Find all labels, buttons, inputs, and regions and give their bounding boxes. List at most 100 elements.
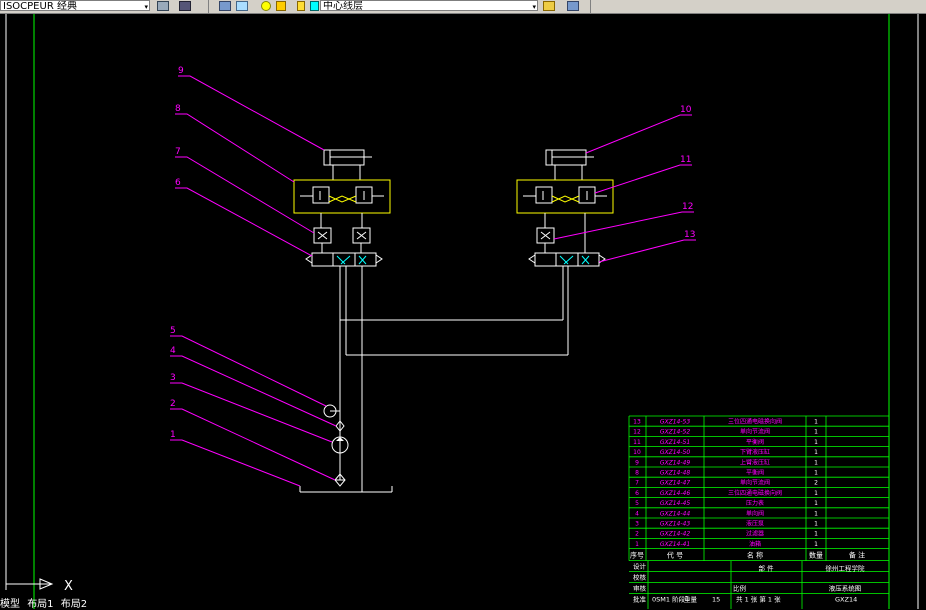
bom-cell-qty: 1	[814, 449, 818, 456]
make-current-icon[interactable]	[543, 1, 555, 11]
bom-cell-name: 上臂液压缸	[740, 458, 770, 466]
balance-valve-left	[293, 179, 391, 228]
bom-header-cell: 代 号	[667, 551, 683, 560]
bom-cell-name: 三位四通电磁换向阀	[728, 489, 782, 497]
pipelines	[299, 266, 569, 493]
title-audit: 审核	[633, 584, 647, 593]
bom-cell-qty: 2	[814, 480, 818, 487]
bom-cell-qty: 1	[814, 490, 818, 497]
toolbar-separator	[590, 0, 591, 13]
bom-cell-no: 2	[635, 531, 639, 538]
bom-cell-name: 油箱	[749, 540, 761, 548]
part-label-13: 13	[684, 230, 695, 240]
part-numbers: 9 8 7 6 5 4 3 2 1 10 11 12 13	[170, 66, 695, 440]
bom-cell-qty: 1	[814, 510, 818, 517]
toolbar: ISOCPEUR 经典 ▾ 中心线层 ▾	[0, 0, 926, 14]
bom-header-cell: 备 注	[849, 551, 865, 560]
tab-layout1[interactable]: 布局1	[27, 599, 53, 610]
text-style-value: ISOCPEUR 经典	[3, 1, 77, 11]
part-label-6: 6	[175, 178, 181, 188]
bom-cell-qty: 1	[814, 439, 818, 446]
bom-cell-qty: 1	[814, 541, 818, 548]
title-stage: 0SM1 阶段	[652, 595, 686, 604]
current-layer-value: 中心线层	[323, 1, 363, 11]
bom-header-cell: 名 称	[747, 551, 763, 560]
light-bulb-icon[interactable]	[261, 1, 271, 11]
bom-header-cell: 数量	[809, 551, 823, 560]
part-label-12: 12	[682, 202, 693, 212]
bom-cell-no: 10	[633, 449, 641, 456]
tab-layout2[interactable]: 布局2	[61, 599, 87, 610]
bom-cell-no: 1	[635, 541, 639, 548]
title-approve: 批准	[633, 595, 647, 604]
layer-state-icon[interactable]	[236, 1, 248, 11]
part-label-11: 11	[680, 155, 691, 165]
part-label-3: 3	[170, 373, 176, 383]
title-weight-label: 重量	[684, 596, 698, 604]
cylinder-right	[545, 149, 594, 180]
throttle-valve-right	[536, 227, 555, 253]
bom-cell-qty: 1	[814, 459, 818, 466]
bom-cell-code: GXZ14-41	[660, 541, 690, 548]
drawing-canvas[interactable]: 9 8 7 6 5 4 3 2 1 10 11 12 13 13 GXZ14-53…	[0, 14, 926, 609]
title-sheets: 共 1 张 第 1 张	[736, 595, 781, 604]
bom-cell-no: 11	[633, 439, 641, 446]
bom-cell-name: 压力表	[746, 499, 764, 507]
balance-valve-right	[516, 179, 614, 253]
title-part: 部 件	[758, 564, 774, 573]
bom-cell-name: 平衡阀	[746, 469, 764, 477]
layer-color-icon[interactable]	[310, 1, 319, 11]
bom-cell-code: GXZ14-52	[660, 429, 690, 436]
layer-previous-icon[interactable]	[567, 1, 579, 11]
bom-cell-qty: 1	[814, 419, 818, 426]
save-icon[interactable]	[179, 1, 191, 11]
tab-model[interactable]: 模型	[0, 599, 20, 610]
bom-cell-qty: 1	[814, 470, 818, 477]
bom-cell-no: 12	[633, 429, 641, 436]
bom-cell-qty: 1	[814, 500, 818, 507]
bom-cell-code: GXZ14-53	[660, 419, 690, 426]
ucs-x-label: X	[64, 579, 73, 594]
throttle-valve-left	[313, 227, 371, 253]
bom-cell-code: GXZ14-48	[660, 470, 690, 477]
bom-cell-no: 7	[635, 480, 639, 487]
part-label-7: 7	[175, 147, 181, 157]
chevron-down-icon[interactable]: ▾	[532, 2, 536, 10]
bom-cell-name: 平衡阀	[746, 438, 764, 446]
part-label-8: 8	[175, 104, 181, 114]
bom-cell-name: 下臂液压缸	[740, 448, 770, 456]
bom-cell-code: GXZ14-47	[660, 480, 690, 487]
bom-cell-name: 单向阀	[746, 509, 764, 517]
chevron-down-icon[interactable]: ▾	[144, 2, 148, 10]
bom-cell-qty: 1	[814, 531, 818, 538]
title-design: 设计	[633, 562, 647, 571]
part-label-4: 4	[170, 346, 176, 356]
sun-icon[interactable]	[276, 1, 286, 11]
toolbar-separator	[208, 0, 209, 13]
bom-cell-no: 5	[635, 500, 639, 507]
ucs-icon	[5, 575, 54, 590]
bom-cell-code: GXZ14-45	[660, 500, 690, 507]
part-label-2: 2	[170, 399, 176, 409]
text-style-combo[interactable]: ISOCPEUR 经典 ▾	[0, 0, 150, 11]
bom-cell-no: 8	[635, 470, 639, 477]
bom-cell-code: GXZ14-46	[660, 490, 690, 497]
bom-cell-name: 过滤器	[746, 530, 764, 538]
layer-manager-icon[interactable]	[219, 1, 231, 11]
directional-valve-right	[528, 252, 606, 267]
bom-cell-name: 液压泵	[746, 520, 764, 528]
bom-header-cell: 序号	[630, 551, 644, 560]
properties-icon[interactable]	[157, 1, 169, 11]
cylinder-left	[323, 149, 372, 180]
bom-cell-no: 3	[635, 521, 639, 528]
bom-cell-code: GXZ14-44	[660, 510, 690, 517]
layer-combo[interactable]: 中心线层 ▾	[320, 0, 538, 11]
title-drawing-code: GXZ14	[835, 596, 857, 604]
bom-cell-code: GXZ14-43	[660, 521, 690, 528]
part-label-1: 1	[170, 430, 176, 440]
title-school: 徐州工程学院	[826, 564, 866, 573]
bom-cell-no: 13	[633, 419, 641, 426]
leader-lines	[170, 75, 696, 487]
part-label-10: 10	[680, 105, 692, 115]
lock-icon[interactable]	[297, 1, 305, 11]
